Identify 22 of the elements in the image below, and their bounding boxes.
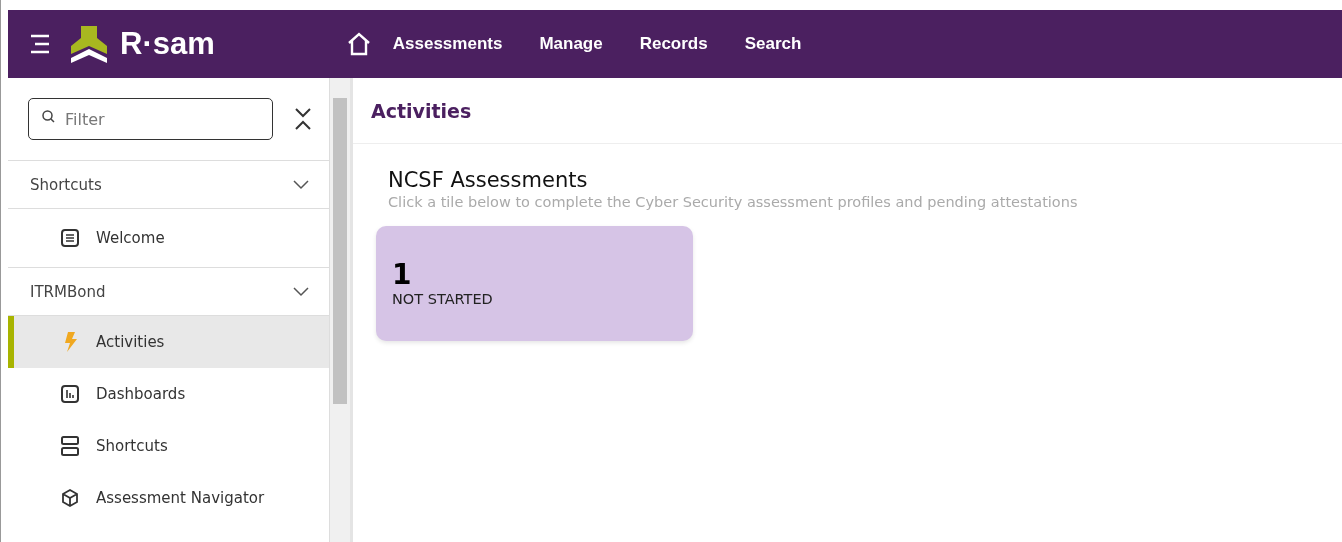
logo-text: R·sam [120, 26, 215, 62]
page-title: Activities [353, 78, 1342, 144]
sidebar-item[interactable]: Welcome [8, 209, 329, 267]
sidebar-item[interactable]: Shortcuts [8, 420, 329, 472]
section-title: NCSF Assessments [388, 168, 589, 192]
section-subtitle: Click a tile below to complete the Cyber Security assessment profiles and pending attestations [388, 194, 1079, 210]
nav-link[interactable]: Assessments [392, 34, 503, 54]
group-header[interactable]: Shortcuts [8, 161, 329, 209]
menu-icon[interactable] [28, 33, 52, 55]
sidebar-item[interactable]: Dashboards [8, 368, 329, 420]
status-tile[interactable]: 1 NOT STARTED [376, 226, 693, 341]
nav-link[interactable]: Records [639, 34, 708, 54]
layout-icon [60, 435, 80, 457]
cube-icon [60, 488, 80, 508]
sidebar-item[interactable]: Activities [8, 316, 329, 368]
filter-field[interactable]: Filter [28, 98, 273, 140]
sidebar-item[interactable]: Assessment Navigator [8, 472, 329, 524]
nav-link[interactable]: Search [744, 34, 802, 54]
chart-icon [60, 384, 80, 404]
scrollbar[interactable] [330, 78, 353, 542]
nav-link[interactable]: Manage [539, 34, 603, 54]
document-icon [60, 228, 80, 248]
